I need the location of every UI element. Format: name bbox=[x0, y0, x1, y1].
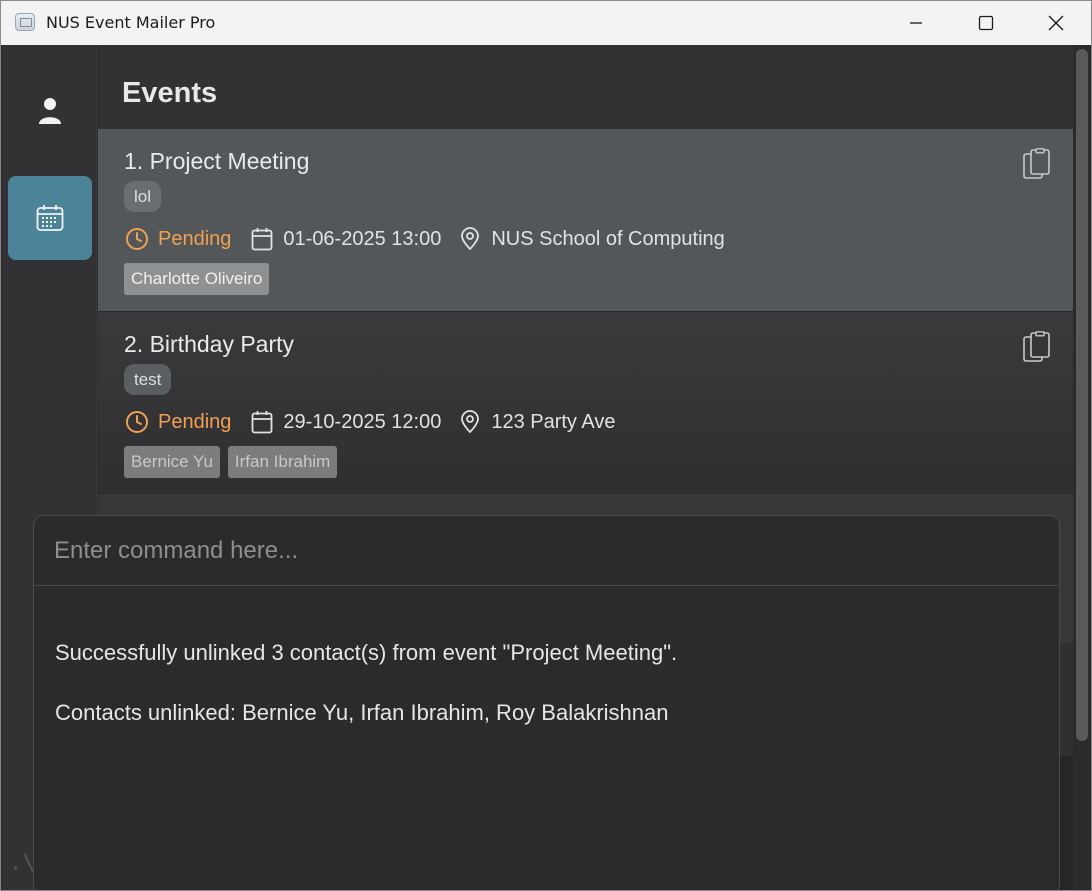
app-mail-icon bbox=[15, 13, 35, 31]
clipboard-icon bbox=[1023, 331, 1050, 362]
maximize-icon bbox=[978, 15, 994, 31]
calendar-icon bbox=[36, 205, 64, 231]
event-tag: lol bbox=[124, 181, 162, 212]
event-contacts: Charlotte Oliveiro bbox=[124, 263, 270, 295]
clock-icon bbox=[124, 409, 150, 435]
event-location: NUS School of Computing bbox=[491, 227, 725, 250]
page-title: Events bbox=[122, 77, 218, 109]
event-contacts: Bernice Yu Irfan Ibrahim bbox=[124, 446, 338, 478]
command-result: Successfully unlinked 3 contact(s) from … bbox=[55, 608, 1035, 758]
contact-chip: Charlotte Oliveiro bbox=[124, 263, 270, 295]
event-card[interactable]: 2. Birthday Party test Pending 29-10-202… bbox=[98, 311, 1073, 493]
result-line: Contacts unlinked: Bernice Yu, Irfan Ibr… bbox=[55, 700, 669, 725]
event-location: 123 Party Ave bbox=[491, 410, 616, 433]
clock-icon bbox=[124, 226, 150, 252]
calendar-icon bbox=[249, 226, 275, 252]
event-card[interactable]: 1. Project Meeting lol Pending 01-06-202… bbox=[98, 129, 1073, 311]
event-status: Pending bbox=[158, 227, 232, 250]
result-line: Successfully unlinked 3 contact(s) from … bbox=[55, 640, 678, 665]
person-icon bbox=[39, 98, 61, 124]
close-icon bbox=[1048, 15, 1064, 31]
location-pin-icon bbox=[457, 226, 483, 252]
window-title: NUS Event Mailer Pro bbox=[46, 13, 216, 32]
app-window: NUS Event Mailer Pro Events 1. Project M… bbox=[0, 0, 1092, 891]
event-status: Pending bbox=[158, 410, 232, 433]
title-bar[interactable]: NUS Event Mailer Pro bbox=[1, 1, 1091, 45]
maximize-button[interactable] bbox=[951, 1, 1021, 45]
event-datetime: 01-06-2025 13:00 bbox=[283, 227, 442, 250]
event-meta: Pending 29-10-2025 12:00 123 Party Ave bbox=[124, 407, 616, 437]
event-meta: Pending 01-06-2025 13:00 NUS School of C… bbox=[124, 224, 725, 254]
contact-chip: Irfan Ibrahim bbox=[227, 446, 338, 478]
copy-button[interactable] bbox=[1021, 330, 1053, 364]
sidebar-item-events[interactable] bbox=[8, 176, 92, 260]
command-panel: Successfully unlinked 3 contact(s) from … bbox=[33, 515, 1060, 890]
command-input[interactable] bbox=[34, 516, 1059, 586]
sidebar-item-contacts[interactable] bbox=[8, 69, 92, 153]
events-header: Events bbox=[98, 45, 1073, 129]
scrollbar-thumb[interactable] bbox=[1076, 49, 1088, 741]
location-pin-icon bbox=[457, 409, 483, 435]
minimize-button[interactable] bbox=[881, 1, 951, 45]
copy-button[interactable] bbox=[1021, 147, 1053, 181]
event-title: 1. Project Meeting bbox=[124, 148, 310, 174]
calendar-icon bbox=[249, 409, 275, 435]
event-datetime: 29-10-2025 12:00 bbox=[283, 410, 442, 433]
contact-chip: Bernice Yu bbox=[124, 446, 220, 478]
clipboard-icon bbox=[1023, 148, 1050, 179]
close-button[interactable] bbox=[1021, 1, 1091, 45]
minimize-icon bbox=[910, 22, 922, 24]
event-title: 2. Birthday Party bbox=[124, 331, 295, 357]
event-tag: test bbox=[124, 364, 172, 395]
